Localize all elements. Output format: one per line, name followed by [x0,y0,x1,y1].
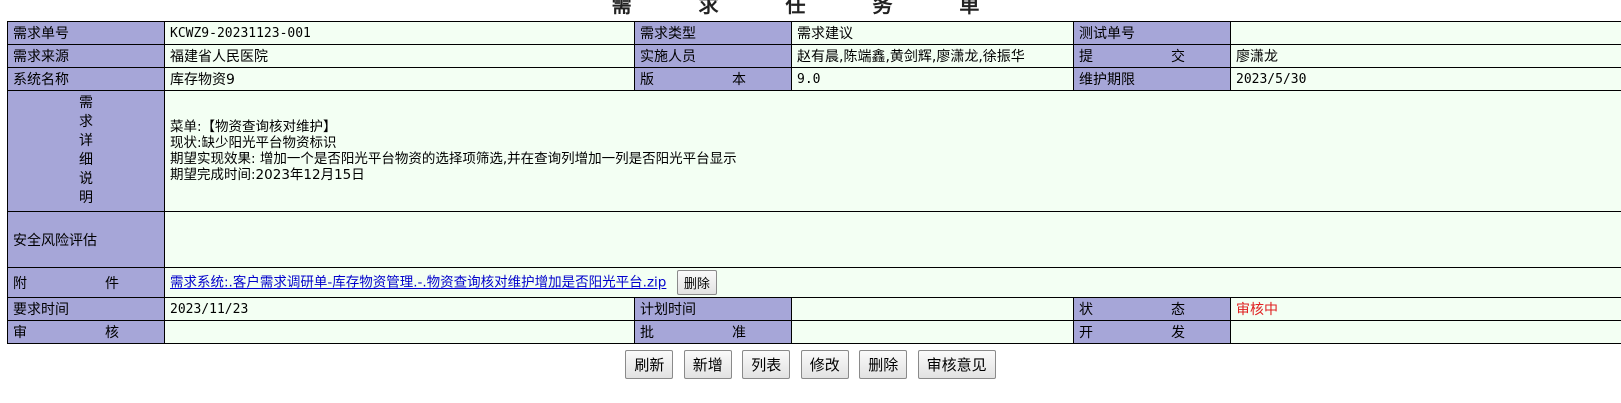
req-time-label: 要求时间 [7,297,165,321]
approve-label: 批准 [634,320,792,344]
attachment-link[interactable]: 需求系统:.客户需求调研单-库存物资管理.-.物资查询核对维护增加是否阳光平台.… [170,275,666,291]
row-source: 需求来源 福建省人民医院 实施人员 赵有晨,陈端鑫,黄剑辉,廖潇龙,徐振华 提交… [7,44,1621,68]
delete-button[interactable]: 删除 [859,350,908,379]
req-type-value: 需求建议 [791,21,1074,45]
detail-label-char: 细 [79,152,93,168]
req-no-label: 需求单号 [7,21,165,45]
list-button[interactable]: 列表 [742,350,791,379]
submit-label: 提交 [1073,44,1231,68]
detail-label-char: 说 [79,171,93,187]
system-value: 库存物资9 [164,67,635,91]
detail-label-char: 需 [79,95,93,111]
version-label-b: 本 [732,72,746,88]
system-label: 系统名称 [7,67,165,91]
detail-label-char: 求 [79,114,93,130]
action-bar: 刷新 新增 列表 修改 删除 审核意见 [0,350,1621,379]
requirement-form: 需求单号 KCWZ9-20231123-001 需求类型 需求建议 测试单号 需… [7,21,1621,344]
req-type-label: 需求类型 [634,21,792,45]
edit-button[interactable]: 修改 [800,350,849,379]
row-req-no: 需求单号 KCWZ9-20231123-001 需求类型 需求建议 测试单号 [7,21,1621,45]
status-label-b: 态 [1171,302,1185,318]
row-time: 要求时间 2023/11/23 计划时间 状态 审核中 [7,297,1621,321]
approve-label-b: 准 [732,325,746,341]
status-value: 审核中 [1230,297,1621,321]
req-time-value: 2023/11/23 [164,297,635,321]
approve-label-a: 批 [640,325,654,341]
audit-value [164,320,635,344]
test-no-label: 测试单号 [1073,21,1231,45]
row-detail: 需 求 详 细 说 明 菜单:【物资查询核对维护】 现状:缺少阳光平台物资标识 … [7,90,1621,212]
row-attachment: 附件 需求系统:.客户需求调研单-库存物资管理.-.物资查询核对维护增加是否阳光… [7,267,1621,298]
detail-line: 现状:缺少阳光平台物资标识 [170,135,337,151]
refresh-button[interactable]: 刷新 [625,350,674,379]
detail-line: 期望完成时间:2023年12月15日 [170,167,365,183]
status-label: 状态 [1073,297,1231,321]
detail-label-char: 详 [79,133,93,149]
detail-line: 菜单:【物资查询核对维护】 [170,119,337,135]
version-value: 9.0 [791,67,1074,91]
status-label-a: 状 [1079,302,1093,318]
dev-label: 开发 [1073,320,1231,344]
approve-value [791,320,1074,344]
implementer-label: 实施人员 [634,44,792,68]
row-risk: 安全风险评估 [7,211,1621,268]
detail-value: 菜单:【物资查询核对维护】 现状:缺少阳光平台物资标识 期望实现效果: 增加一个… [164,90,1621,212]
submit-label-a: 提 [1079,49,1093,65]
test-no-value [1230,21,1621,45]
attach-label-b: 件 [105,275,119,292]
page-title: 需 求 任 务 单 [611,0,1010,17]
detail-label: 需 求 详 细 说 明 [7,90,165,212]
detail-label-char: 明 [79,190,93,206]
attach-value: 需求系统:.客户需求调研单-库存物资管理.-.物资查询核对维护增加是否阳光平台.… [164,267,1621,298]
plan-time-value [791,297,1074,321]
version-label: 版本 [634,67,792,91]
maintain-label: 维护期限 [1073,67,1231,91]
dev-value [1230,320,1621,344]
submit-label-b: 交 [1171,49,1185,65]
risk-label: 安全风险评估 [7,211,165,268]
maintain-value: 2023/5/30 [1230,67,1621,91]
audit-label-a: 审 [13,325,27,341]
detail-line: 期望实现效果: 增加一个是否阳光平台物资的选择项筛选,并在查询列增加一列是否阳光… [170,151,737,167]
attach-label-a: 附 [13,275,27,292]
row-audit: 审核 批准 开发 [7,320,1621,344]
source-value: 福建省人民医院 [164,44,635,68]
add-button[interactable]: 新增 [683,350,732,379]
audit-label-b: 核 [105,325,119,341]
attach-label: 附件 [7,267,165,298]
review-opinion-button[interactable]: 审核意见 [917,350,996,379]
version-label-a: 版 [640,72,654,88]
implementer-value: 赵有晨,陈端鑫,黄剑辉,廖潇龙,徐振华 [791,44,1074,68]
attachment-delete-button[interactable]: 删除 [676,270,717,295]
risk-value [164,211,1621,268]
plan-time-label: 计划时间 [634,297,792,321]
row-system: 系统名称 库存物资9 版本 9.0 维护期限 2023/5/30 [7,67,1621,91]
source-label: 需求来源 [7,44,165,68]
dev-label-a: 开 [1079,325,1093,341]
dev-label-b: 发 [1171,325,1185,341]
submit-value: 廖潇龙 [1230,44,1621,68]
req-no-value: KCWZ9-20231123-001 [164,21,635,45]
audit-label: 审核 [7,320,165,344]
